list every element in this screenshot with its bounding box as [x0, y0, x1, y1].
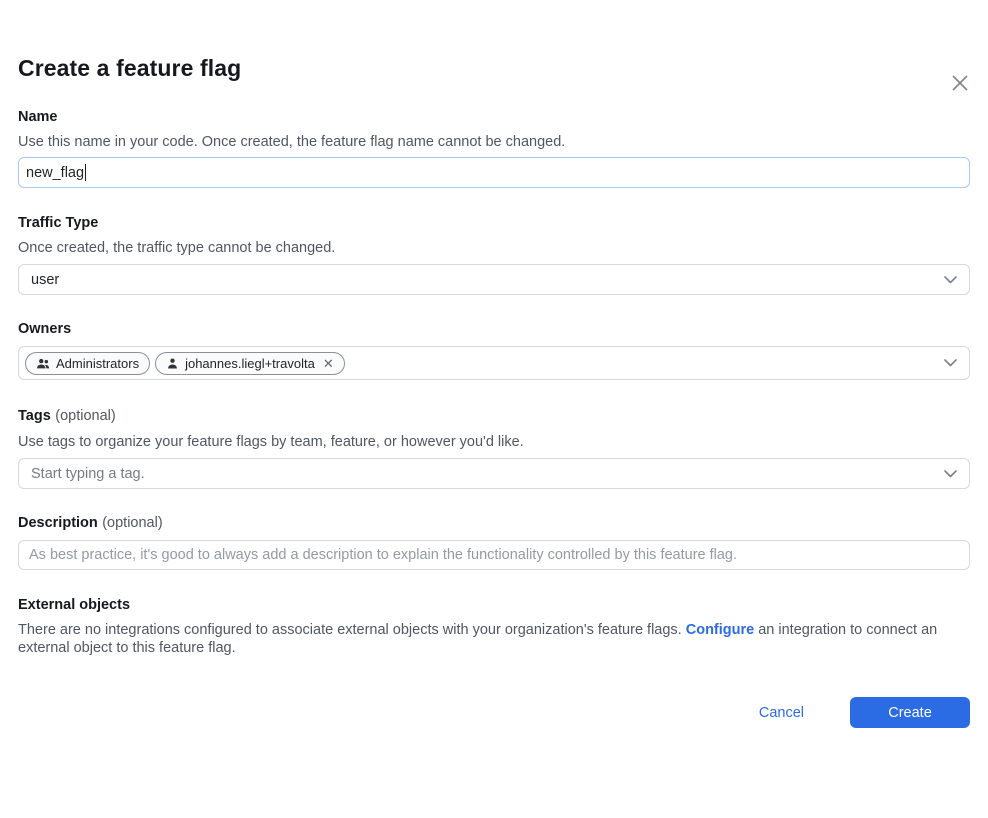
traffic-type-label: Traffic Type	[18, 214, 970, 232]
owner-chip[interactable]: Administrators	[25, 352, 150, 375]
create-feature-flag-modal: Create a feature flag Name Use this name…	[0, 55, 988, 728]
owners-chip-list: Administrators johannes.liegl+travolta ✕	[25, 352, 944, 375]
remove-chip-icon[interactable]: ✕	[323, 357, 334, 370]
person-icon	[166, 357, 179, 370]
owners-label: Owners	[18, 320, 970, 338]
chevron-down-icon	[944, 470, 957, 478]
create-button[interactable]: Create	[850, 697, 970, 728]
tags-select[interactable]: Start typing a tag.	[18, 458, 970, 489]
tags-placeholder: Start typing a tag.	[31, 466, 944, 482]
configure-link[interactable]: Configure	[686, 622, 754, 638]
cancel-button[interactable]: Cancel	[759, 705, 804, 721]
name-helper-text: Use this name in your code. Once created…	[18, 133, 970, 152]
close-icon[interactable]	[948, 71, 972, 95]
name-label: Name	[18, 108, 970, 126]
tags-optional-label: (optional)	[55, 408, 115, 424]
external-objects-label: External objects	[18, 596, 970, 614]
group-icon	[36, 357, 50, 370]
owner-chip-label: Administrators	[56, 356, 139, 371]
description-input[interactable]: As best practice, it's good to always ad…	[18, 540, 970, 570]
name-input-value: new_flag	[26, 165, 84, 181]
owners-select[interactable]: Administrators johannes.liegl+travolta ✕	[18, 346, 970, 380]
external-objects-text-before: There are no integrations configured to …	[18, 622, 686, 638]
close-x-glyph	[949, 72, 971, 94]
name-input[interactable]: new_flag	[18, 157, 970, 188]
tags-helper-text: Use tags to organize your feature flags …	[18, 433, 970, 452]
owner-chip-label: johannes.liegl+travolta	[185, 356, 315, 371]
page-title: Create a feature flag	[18, 55, 970, 81]
description-optional-label: (optional)	[102, 515, 162, 531]
chevron-down-icon	[944, 276, 957, 284]
description-placeholder: As best practice, it's good to always ad…	[29, 547, 737, 563]
tags-label: Tags	[18, 408, 51, 424]
traffic-type-select[interactable]: user	[18, 264, 970, 295]
traffic-type-value: user	[31, 272, 944, 288]
description-label: Description	[18, 515, 98, 531]
traffic-type-helper-text: Once created, the traffic type cannot be…	[18, 239, 970, 258]
owner-chip[interactable]: johannes.liegl+travolta ✕	[155, 352, 345, 375]
text-caret	[85, 164, 86, 181]
modal-footer: Cancel Create	[18, 697, 970, 728]
external-objects-text: There are no integrations configured to …	[18, 621, 970, 657]
chevron-down-icon	[944, 359, 957, 367]
